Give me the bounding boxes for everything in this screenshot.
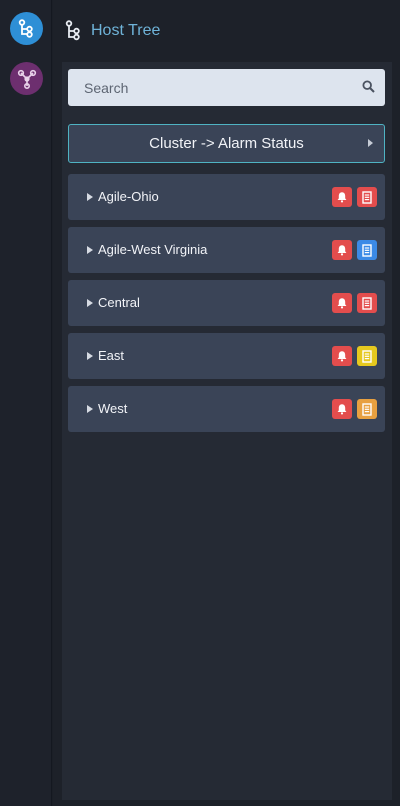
expand-caret-icon[interactable] (87, 405, 93, 413)
host-tree-icon (65, 20, 80, 41)
search-icon[interactable] (362, 80, 375, 93)
main-area: Host Tree Cluster -> Alarm Status Agile-… (53, 0, 400, 806)
alarm-bell-icon[interactable] (332, 293, 352, 313)
expand-caret-icon[interactable] (87, 299, 93, 307)
topology-icon (17, 69, 36, 89)
alarm-bell-icon[interactable] (332, 187, 352, 207)
cluster-name: East (98, 348, 125, 363)
cluster-row[interactable]: Agile-West Virginia (68, 227, 385, 273)
alarm-bell-icon[interactable] (332, 399, 352, 419)
report-document-icon[interactable] (357, 293, 377, 313)
cluster-row[interactable]: West (68, 386, 385, 432)
report-document-icon[interactable] (357, 399, 377, 419)
alarm-bell-icon[interactable] (332, 240, 352, 260)
expand-arrow-icon (368, 139, 373, 147)
host-tree-panel: Cluster -> Alarm Status Agile-Ohio Agile-… (62, 62, 392, 800)
cluster-name: West (98, 401, 128, 416)
cluster-row[interactable]: Agile-Ohio (68, 174, 385, 220)
cluster-name: Agile-Ohio (98, 189, 159, 204)
host-tree-nav-button[interactable] (10, 12, 43, 45)
alarm-bell-icon[interactable] (332, 346, 352, 366)
expand-caret-icon[interactable] (87, 352, 93, 360)
cluster-name: Agile-West Virginia (98, 242, 208, 257)
expand-caret-icon[interactable] (87, 246, 93, 254)
left-rail (0, 0, 52, 806)
host-tree-icon (18, 18, 33, 38)
report-document-icon[interactable] (357, 346, 377, 366)
search-box[interactable] (68, 69, 385, 106)
cluster-alarm-status-label: Cluster -> Alarm Status (149, 135, 304, 152)
report-document-icon[interactable] (357, 240, 377, 260)
cluster-row[interactable]: East (68, 333, 385, 379)
panel-header: Host Tree (53, 0, 400, 62)
topology-nav-button[interactable] (10, 62, 43, 95)
cluster-row[interactable]: Central (68, 280, 385, 326)
cluster-name: Central (98, 295, 140, 310)
expand-caret-icon[interactable] (87, 193, 93, 201)
cluster-alarm-status-button[interactable]: Cluster -> Alarm Status (68, 124, 385, 163)
report-document-icon[interactable] (357, 187, 377, 207)
search-input[interactable] (84, 79, 344, 96)
page-title: Host Tree (91, 22, 161, 39)
